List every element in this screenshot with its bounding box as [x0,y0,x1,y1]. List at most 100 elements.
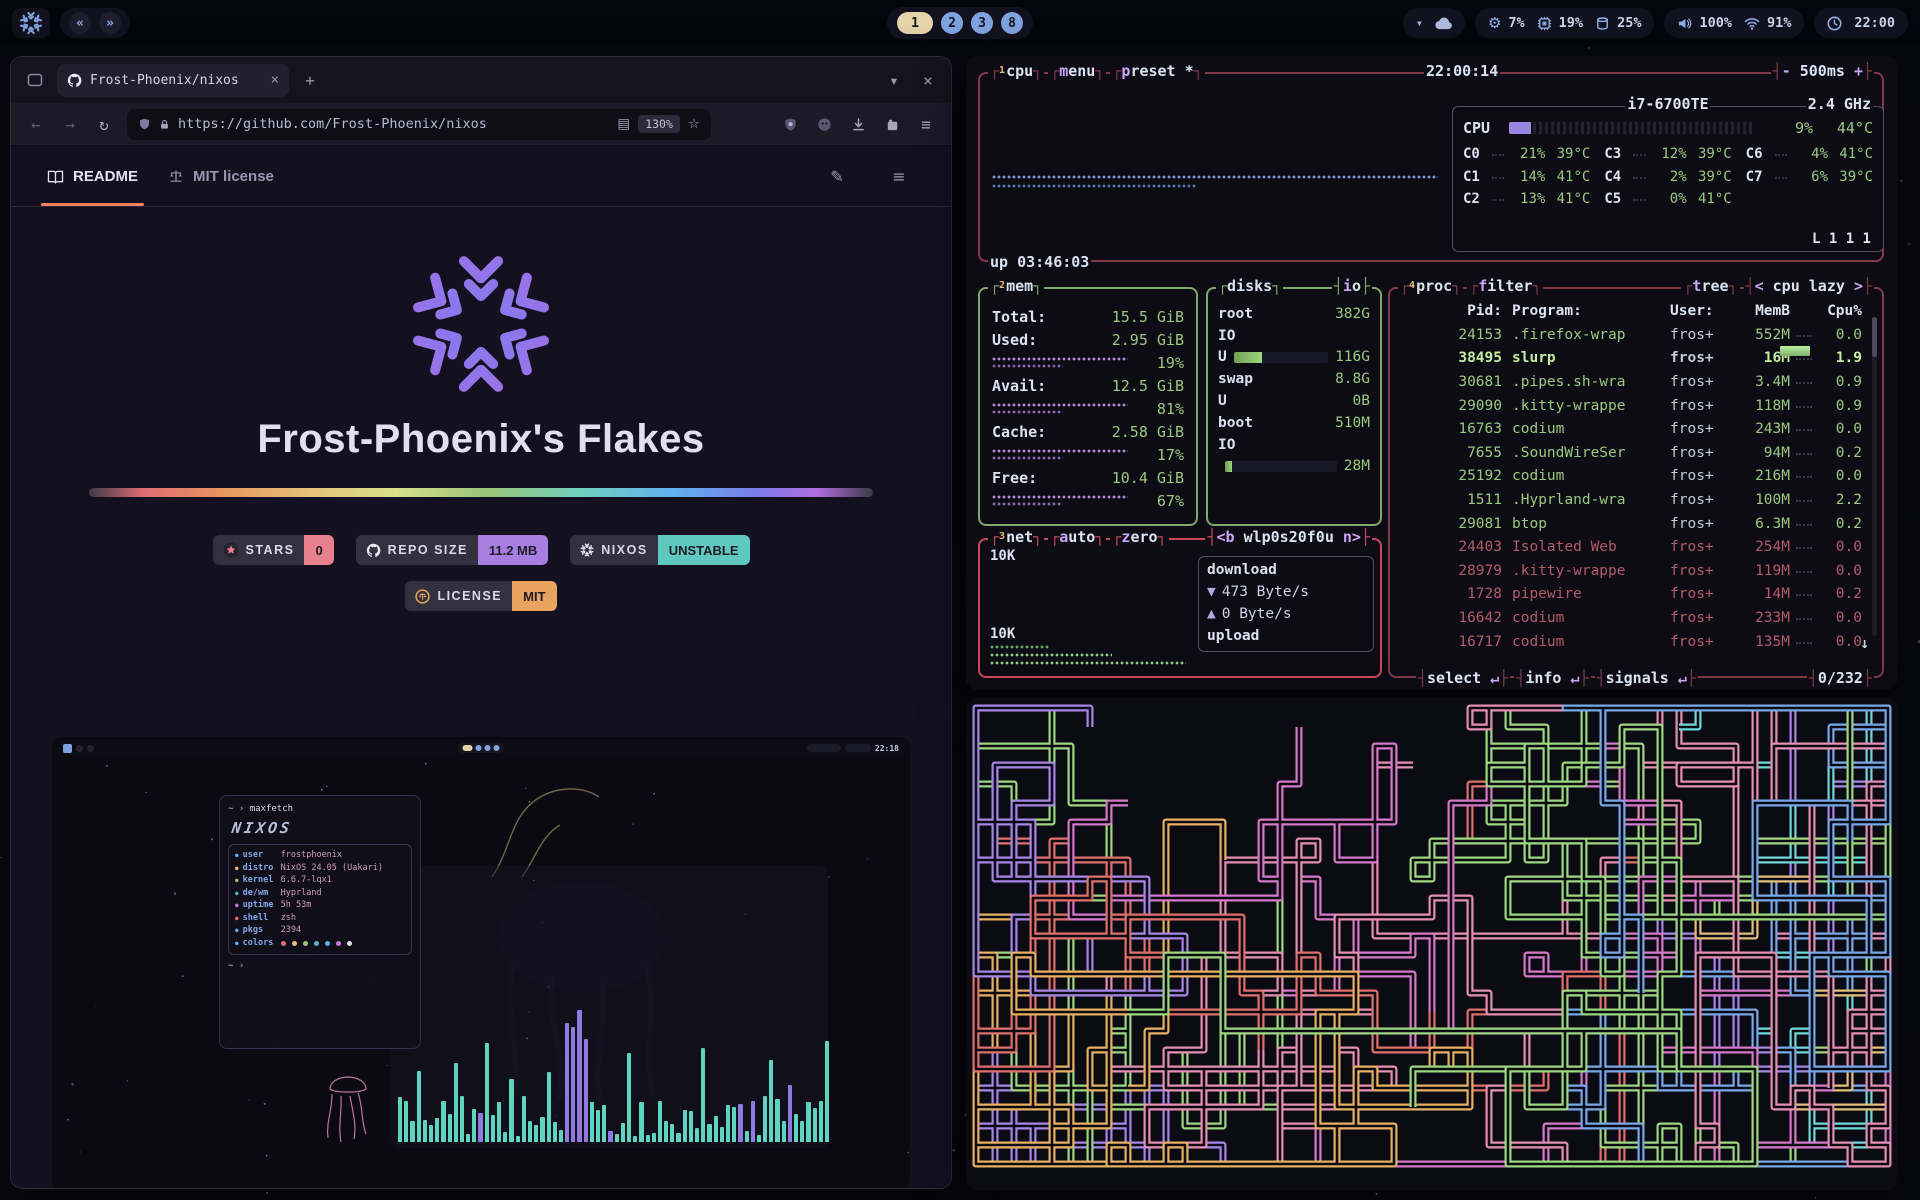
preset-button[interactable]: ┌preset *┐ [1110,62,1204,81]
mem-graph [992,448,1128,461]
process-row[interactable]: 16717codiumfros+135M0.0 [1398,630,1874,654]
workspace-button-2[interactable]: 2 [941,12,963,34]
process-row[interactable]: 24153.firefox-wrapfros+552M0.0 [1398,323,1874,347]
badge-license[interactable]: LICENSEMIT [405,581,556,611]
sort-prev-button[interactable]: < [1755,277,1764,296]
process-row[interactable]: 1511.Hyprland-wrafros+100M2.2 [1398,488,1874,512]
fetch-label: colors [243,938,277,949]
reload-button[interactable]: ↻ [89,109,119,139]
edit-readme-button[interactable]: ✎ [821,160,853,192]
visualizer-bar [646,1135,650,1142]
visualizer-bar [615,1134,619,1142]
menu-button[interactable]: ┌menu┐ [1048,62,1106,81]
zoom-level[interactable]: 130% [638,115,680,133]
disk-stat[interactable]: 25% [1595,15,1641,31]
scrollbar[interactable] [1872,317,1877,636]
proc-signals-key[interactable]: ┤signals ↵├ [1595,669,1698,688]
core-c5: C50%41°C [1604,188,1731,211]
proc-select-key[interactable]: ┤select ↵├ [1416,669,1510,688]
snowflake-icon [580,543,594,557]
browser-tab[interactable]: Frost-Phoenix/nixos × [57,64,289,97]
proc-info-key[interactable]: ┤info ↵├ [1514,669,1590,688]
process-row[interactable]: 24403Isolated Webfros+254M0.0 [1398,535,1874,559]
process-row[interactable]: 16763codiumfros+243M0.0 [1398,417,1874,441]
workspace-button-8[interactable]: 8 [1001,12,1023,34]
net-next-button[interactable]: n> [1343,528,1361,547]
mini-topbar: 22:18 [57,740,905,756]
process-cpu: 0.0 [1818,468,1862,484]
gear-stat[interactable]: ⚙7% [1488,14,1525,32]
window-close-button[interactable]: × [915,67,941,93]
process-row[interactable]: 30681.pipes.sh-wrafros+3.4M0.9 [1398,370,1874,394]
forward-button[interactable]: → [55,109,85,139]
sort-next-button[interactable]: > [1854,277,1863,296]
media-prev-button[interactable]: « [69,12,91,34]
tab-license[interactable]: MIT license [168,146,274,206]
browser-toolbar: ← → ↻ https://github.com/Frost-Phoenix/n… [11,103,951,146]
mem-graph-row: 81% [992,397,1184,420]
badge-nixos[interactable]: NIXOSUNSTABLE [570,535,749,565]
new-tab-button[interactable]: + [297,67,323,93]
visualizer-bar [398,1097,402,1142]
interval-increase-button[interactable]: + [1854,62,1863,81]
workspace-button-1[interactable]: 1 [897,12,933,34]
zero-button[interactable]: ┌zero┐ [1110,528,1168,547]
tracking-shield-icon[interactable] [138,117,151,131]
visualizer-bar [478,1113,482,1142]
visualizer-bar [571,1027,575,1142]
mem-graph [992,402,1128,415]
process-row[interactable]: 16642codiumfros+233M0.0 [1398,606,1874,630]
process-row[interactable]: 28979.kitty-wrappefros+119M0.0 [1398,559,1874,583]
process-row[interactable]: 1728pipewirefros+14M0.2 [1398,583,1874,607]
fetch-label: de/wm [243,888,277,899]
media-next-button[interactable]: » [99,12,121,34]
tree-button[interactable]: ┌tree┐ [1681,277,1739,296]
memory-stat[interactable]: 19% [1537,15,1583,31]
url-bar[interactable]: https://github.com/Frost-Phoenix/nixos ▤… [127,109,711,140]
weather-widget[interactable]: ▾ [1403,8,1465,38]
bookmark-star-icon[interactable]: ☆ [688,116,700,132]
menu-button[interactable]: ≡ [911,109,941,139]
browser-window: Frost-Phoenix/nixos × + ▾ × ← → ↻ https:… [10,56,952,1189]
scroll-down-icon[interactable]: ↓ [1860,634,1869,652]
process-row[interactable]: 29081btopfros+6.3M0.2 [1398,512,1874,536]
process-row[interactable]: 25192codiumfros+216M0.0 [1398,465,1874,489]
cpu-total-usage: 9% [1761,119,1813,137]
workspace-button-3[interactable]: 3 [971,12,993,34]
auto-button[interactable]: ┌auto┐ [1048,528,1106,547]
tab-readme[interactable]: README [47,146,138,206]
tab-list-button[interactable]: ▾ [881,67,907,93]
mem-box-label: ┌2mem┐ [988,277,1044,296]
clock-widget[interactable]: 22:00 [1814,8,1908,38]
extensions-puzzle-icon[interactable] [877,109,907,139]
fetch-value: 2394 [281,925,301,936]
process-row[interactable]: 29090.kitty-wrappefros+118M0.9 [1398,394,1874,418]
tab-close-button[interactable]: × [271,72,279,88]
core-id: C7 [1746,169,1770,185]
firefox-view-button[interactable] [21,66,49,94]
filter-button[interactable]: ┌filter┐ [1467,277,1543,296]
ghostery-extension-icon[interactable] [809,109,839,139]
reader-view-icon[interactable]: ▤ [617,116,630,132]
volume-stat[interactable]: 100% [1677,15,1732,31]
badge-repo-size[interactable]: REPO SIZE11.2 MB [356,535,549,565]
net-prev-button[interactable]: <b [1216,528,1234,547]
process-name: btop [1512,516,1664,532]
interval-decrease-button[interactable]: - [1782,62,1791,81]
back-button[interactable]: ← [21,109,51,139]
adblock-extension-icon[interactable] [775,109,805,139]
mem-value: 10.4 GiB [1112,469,1184,487]
visualizer-bar [559,1130,563,1142]
wifi-stat[interactable]: 91% [1744,15,1791,31]
fetch-row: ●distroNixOS 24.05 (Uakari) [235,863,405,874]
url-text[interactable]: https://github.com/Frost-Phoenix/nixos [178,116,609,132]
core-c7: C76%39°C [1746,166,1873,189]
downloads-button[interactable] [843,109,873,139]
process-row[interactable]: 38495slurpfros+16M1.9 [1398,347,1874,371]
nixos-launcher-button[interactable] [12,8,50,38]
process-row[interactable]: 7655.SoundWireSerfros+94M0.2 [1398,441,1874,465]
badge-stars[interactable]: STARS0 [213,535,334,565]
io-toggle-button[interactable]: ┤iioo├ [1332,277,1372,296]
outline-button[interactable]: ≡ [883,160,915,192]
gear-icon: ⚙ [1488,14,1501,32]
